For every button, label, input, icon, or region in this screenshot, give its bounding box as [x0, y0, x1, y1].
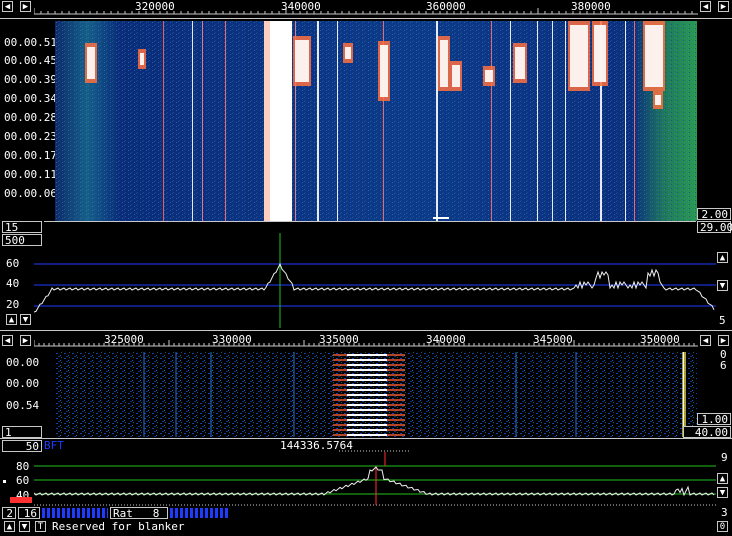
rat-box[interactable]: Rat 8	[110, 507, 168, 519]
time-label: 00.00	[6, 356, 40, 369]
option-button[interactable]: 0	[717, 521, 728, 532]
bottom-gain-box[interactable]: 1.00	[697, 413, 731, 425]
status-box-b[interactable]: 16	[18, 507, 40, 519]
scroll-left-button-right[interactable]: ◀	[700, 1, 711, 12]
bot-freq-label-3: 340000	[426, 333, 466, 346]
rat-value: 8	[152, 507, 160, 520]
scroll-left-button-lower[interactable]: ◀	[2, 335, 13, 346]
spectrum-down-left-button[interactable]: ▼	[20, 314, 31, 325]
divider	[0, 438, 732, 439]
text-mode-button[interactable]: T	[35, 521, 46, 532]
top-waterfall[interactable]	[55, 21, 697, 221]
spectrum-down-button[interactable]: ▼	[717, 280, 728, 291]
baseband-spectrum-plot[interactable]	[34, 448, 716, 510]
bottom-waterfall[interactable]	[55, 352, 697, 437]
time-label: 00.00.11	[4, 168, 57, 181]
status-down-button[interactable]: ▼	[19, 521, 30, 532]
top-avg-box[interactable]: 15	[2, 221, 42, 233]
bot-freq-label-4: 345000	[533, 333, 573, 346]
scroll-right-button-lower-right[interactable]: ▶	[718, 335, 729, 346]
spectrum-range-label: 5	[719, 314, 726, 327]
bot-freq-label-5: 350000	[640, 333, 680, 346]
baseband-y-label: 80	[16, 460, 30, 473]
status-message: Reserved for blanker	[52, 520, 185, 533]
right-label: 6	[720, 359, 727, 372]
status-box-a[interactable]: 2	[2, 507, 16, 519]
spectrum-y-label: 60	[6, 257, 20, 270]
baseband-y-label: 60	[16, 474, 30, 487]
divider	[0, 18, 732, 19]
top-offset-box[interactable]: 29.00	[697, 221, 732, 233]
time-label: 00.00.06	[4, 187, 57, 200]
top-freq-label-3: 380000	[571, 0, 611, 13]
scroll-left-button[interactable]: ◀	[2, 1, 13, 12]
time-label: 00.00.34	[4, 92, 57, 105]
blank-meter-a	[42, 508, 108, 518]
bottom-offset-box[interactable]: 40.00	[683, 426, 731, 438]
spectrum-y-label: 40	[6, 277, 20, 290]
time-label: 00.00.39	[4, 73, 57, 86]
scroll-right-button-right[interactable]: ▶	[718, 1, 729, 12]
blank-meter-b	[170, 508, 228, 518]
right-label: 9	[721, 451, 728, 464]
scroll-left-button-lower-right[interactable]: ◀	[700, 335, 711, 346]
divider	[0, 330, 732, 331]
top-freq-label-1: 340000	[281, 0, 321, 13]
scroll-right-button[interactable]: ▶	[20, 1, 31, 12]
rat-label: Rat	[113, 507, 133, 520]
bot-freq-label-2: 335000	[319, 333, 359, 346]
baseband-up-button[interactable]: ▲	[717, 473, 728, 484]
top-gain-box[interactable]: 2.00	[697, 208, 731, 220]
status-up-button[interactable]: ▲	[4, 521, 15, 532]
spectrum-up-button[interactable]: ▲	[717, 252, 728, 263]
top-freq-label-2: 360000	[426, 0, 466, 13]
level-marker-icon	[3, 480, 6, 483]
right-label: 3	[721, 506, 728, 519]
time-label: 00.54	[6, 399, 40, 412]
time-label: 00.00.51	[4, 36, 57, 49]
divider	[44, 221, 696, 222]
time-label: 00.00.45	[4, 54, 57, 67]
bot-freq-label-1: 330000	[212, 333, 252, 346]
scroll-right-button-lower[interactable]: ▶	[20, 335, 31, 346]
squelch-indicator-icon	[10, 497, 32, 503]
time-label: 00.00.28	[4, 111, 57, 124]
top-freq-label-0: 320000	[135, 0, 175, 13]
bottom-avg-box[interactable]: 1	[2, 426, 42, 438]
top-spectrum-plot[interactable]	[34, 233, 716, 328]
spectrum-y-label: 20	[6, 298, 20, 311]
time-label: 00.00.17	[4, 149, 57, 162]
spectrum-up-left-button[interactable]: ▲	[6, 314, 17, 325]
time-label: 00.00.23	[4, 130, 57, 143]
time-label: 00.00	[6, 377, 40, 390]
baseband-down-button[interactable]: ▼	[717, 487, 728, 498]
bot-freq-label-0: 325000	[104, 333, 144, 346]
bottom-frequency-scale: 325000 330000 335000 340000 345000 35000…	[34, 333, 698, 347]
